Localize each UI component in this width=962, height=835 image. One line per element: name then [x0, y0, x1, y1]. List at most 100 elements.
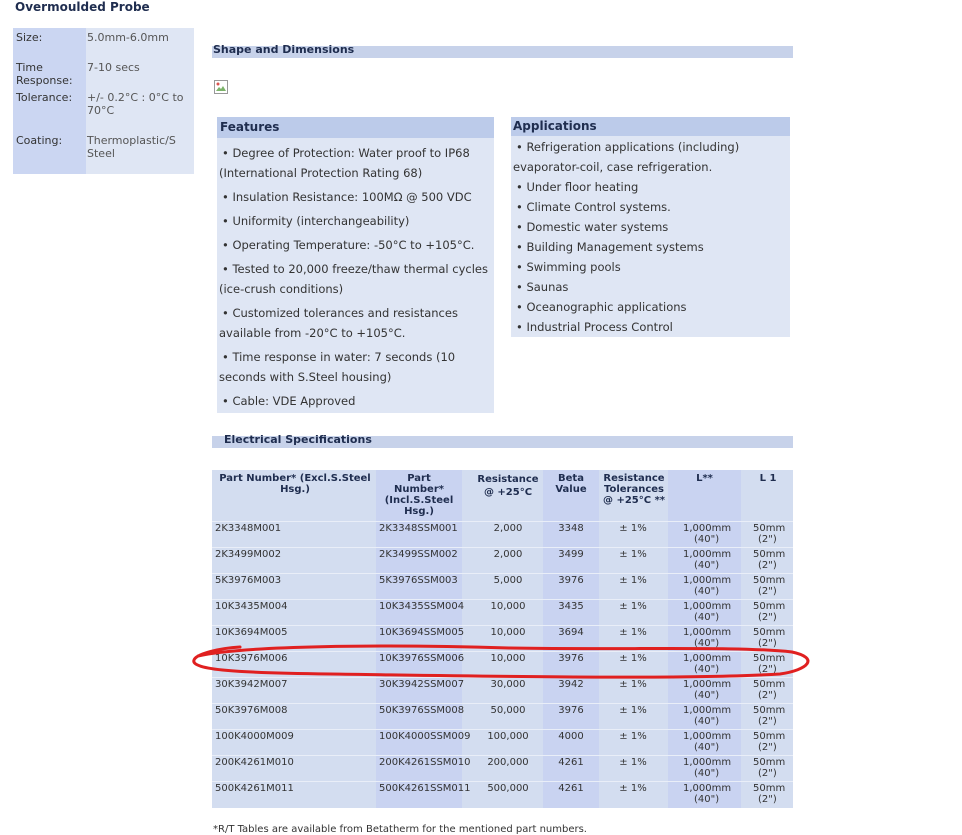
table-row-divider: [212, 755, 793, 756]
table-row-divider: [212, 573, 793, 574]
applications-line: evaporator-coil, case refrigeration.: [513, 160, 713, 174]
applications-line: • Under floor heating: [516, 180, 639, 194]
cell-part-incl: 500K4261SSM011: [379, 783, 471, 794]
cell-part-incl: 5K3976SSM003: [379, 575, 458, 586]
cell-l1-in: (2"): [758, 612, 777, 623]
cell-beta: 3435: [558, 601, 584, 612]
cell-beta: 3976: [558, 575, 584, 586]
cell-length-in: (40"): [694, 612, 720, 623]
cell-l1-in: (2"): [758, 768, 777, 779]
cell-length-mm: 1,000mm: [683, 783, 732, 794]
cell-l1-in: (2"): [758, 742, 777, 753]
applications-line: • Industrial Process Control: [516, 320, 673, 334]
footnote: *R/T Tables are available from Betatherm…: [213, 824, 587, 835]
applications-heading: Applications: [511, 117, 790, 136]
cell-resistance: 2,000: [493, 523, 523, 534]
cell-l1-mm: 50mm: [753, 757, 786, 768]
features-line: • Cable: VDE Approved: [222, 394, 356, 408]
page-title: Overmoulded Probe: [15, 0, 150, 14]
cell-resistance: 200,000: [487, 757, 529, 768]
cell-length-in: (40"): [694, 768, 720, 779]
cell-l1-in: (2"): [758, 534, 777, 545]
table-row-divider: [212, 703, 793, 704]
cell-l1-mm: 50mm: [753, 549, 786, 560]
cell-tolerance: ± 1%: [619, 783, 647, 794]
cell-l1-mm: 50mm: [753, 523, 786, 534]
cell-l1-in: (2"): [758, 716, 777, 727]
section-electrical-specifications: Electrical Specifications: [212, 433, 793, 448]
cell-beta: 3499: [558, 549, 584, 560]
table-row-divider: [212, 729, 793, 730]
cell-part-incl: 10K3435SSM004: [379, 601, 465, 612]
cell-tolerance: ± 1%: [619, 549, 647, 560]
cell-length-mm: 1,000mm: [683, 731, 732, 742]
cell-beta: 4261: [558, 757, 584, 768]
applications-line: • Domestic water systems: [516, 220, 669, 234]
header-part-excl: Part Number* (Excl.S.Steel Hsg.): [219, 473, 371, 495]
cell-part-excl: 500K4261M011: [215, 783, 294, 794]
spec-value-tolerance: +/- 0.2°C : 0°C to 70°C: [87, 91, 184, 117]
applications-line: • Swimming pools: [516, 260, 621, 274]
cell-length-mm: 1,000mm: [683, 705, 732, 716]
features-line: seconds with S.Steel housing): [219, 370, 392, 384]
cell-length-in: (40"): [694, 534, 720, 545]
cell-length-in: (40"): [694, 560, 720, 571]
spec-value-coating: Thermoplastic/S Steel: [87, 134, 176, 160]
applications-line: • Building Management systems: [516, 240, 704, 254]
cell-resistance: 10,000: [490, 601, 526, 612]
cell-length-in: (40"): [694, 690, 720, 701]
features-line: • Insulation Resistance: 100MΩ @ 500 VDC: [222, 190, 472, 204]
broken-image-icon: [213, 79, 229, 95]
header-resistance: Resistance @ +25°C: [477, 474, 539, 498]
features-line: • Tested to 20,000 freeze/thaw thermal c…: [222, 262, 488, 276]
cell-resistance: 2,000: [493, 549, 523, 560]
cell-part-excl: 5K3976M003: [215, 575, 282, 586]
cell-length-mm: 1,000mm: [683, 601, 732, 612]
cell-l1-mm: 50mm: [753, 575, 786, 586]
cell-l1-in: (2"): [758, 586, 777, 597]
applications-line: • Oceanographic applications: [516, 300, 687, 314]
cell-resistance: 100,000: [487, 731, 529, 742]
features-line: available from -20°C to +105°C.: [219, 326, 406, 340]
cell-part-incl: 2K3348SSM001: [379, 523, 458, 534]
cell-length-mm: 1,000mm: [683, 549, 732, 560]
features-line: (International Protection Rating 68): [219, 166, 423, 180]
cell-tolerance: ± 1%: [619, 705, 647, 716]
cell-resistance: 50,000: [490, 705, 526, 716]
cell-l1-in: (2"): [758, 794, 777, 805]
features-line: • Customized tolerances and resistances: [222, 306, 458, 320]
cell-beta: 4261: [558, 783, 584, 794]
features-line: • Degree of Protection: Water proof to I…: [222, 146, 470, 160]
cell-part-excl: 100K4000M009: [215, 731, 294, 742]
cell-length-in: (40"): [694, 742, 720, 753]
table-row-divider: [212, 547, 793, 548]
cell-length-in: (40"): [694, 586, 720, 597]
section-shape-dimensions-title: Shape and Dimensions: [213, 43, 355, 56]
cell-l1-mm: 50mm: [753, 601, 786, 612]
cell-beta: 3348: [558, 523, 584, 534]
cell-length-in: (40"): [694, 716, 720, 727]
features-box: Features • Degree of Protection: Water p…: [217, 117, 494, 413]
features-line: • Uniformity (interchangeability): [222, 214, 410, 228]
cell-resistance: 500,000: [487, 783, 529, 794]
header-l1: L 1: [759, 473, 777, 484]
cell-part-excl: 50K3976M008: [215, 705, 288, 716]
spec-label-size: Size:: [16, 31, 43, 44]
cell-l1-in: (2"): [758, 690, 777, 701]
cell-part-incl: 2K3499SSM002: [379, 549, 458, 560]
cell-beta: 3976: [558, 705, 584, 716]
cell-tolerance: ± 1%: [619, 523, 647, 534]
cell-length-mm: 1,000mm: [683, 523, 732, 534]
cell-length-mm: 1,000mm: [683, 575, 732, 586]
header-tolerance: Resistance Tolerances @ +25°C **: [602, 473, 666, 506]
header-length: L**: [696, 473, 713, 484]
cell-l1-mm: 50mm: [753, 731, 786, 742]
features-line: (ice-crush conditions): [219, 282, 344, 296]
section-shape-dimensions: Shape and Dimensions: [212, 43, 793, 58]
cell-resistance: 5,000: [493, 575, 523, 586]
features-line: • Time response in water: 7 seconds (10: [222, 350, 456, 364]
cell-part-incl: 100K4000SSM009: [379, 731, 471, 742]
spec-value-size: 5.0mm-6.0mm: [87, 31, 169, 44]
cell-part-incl: 50K3976SSM008: [379, 705, 465, 716]
cell-tolerance: ± 1%: [619, 757, 647, 768]
